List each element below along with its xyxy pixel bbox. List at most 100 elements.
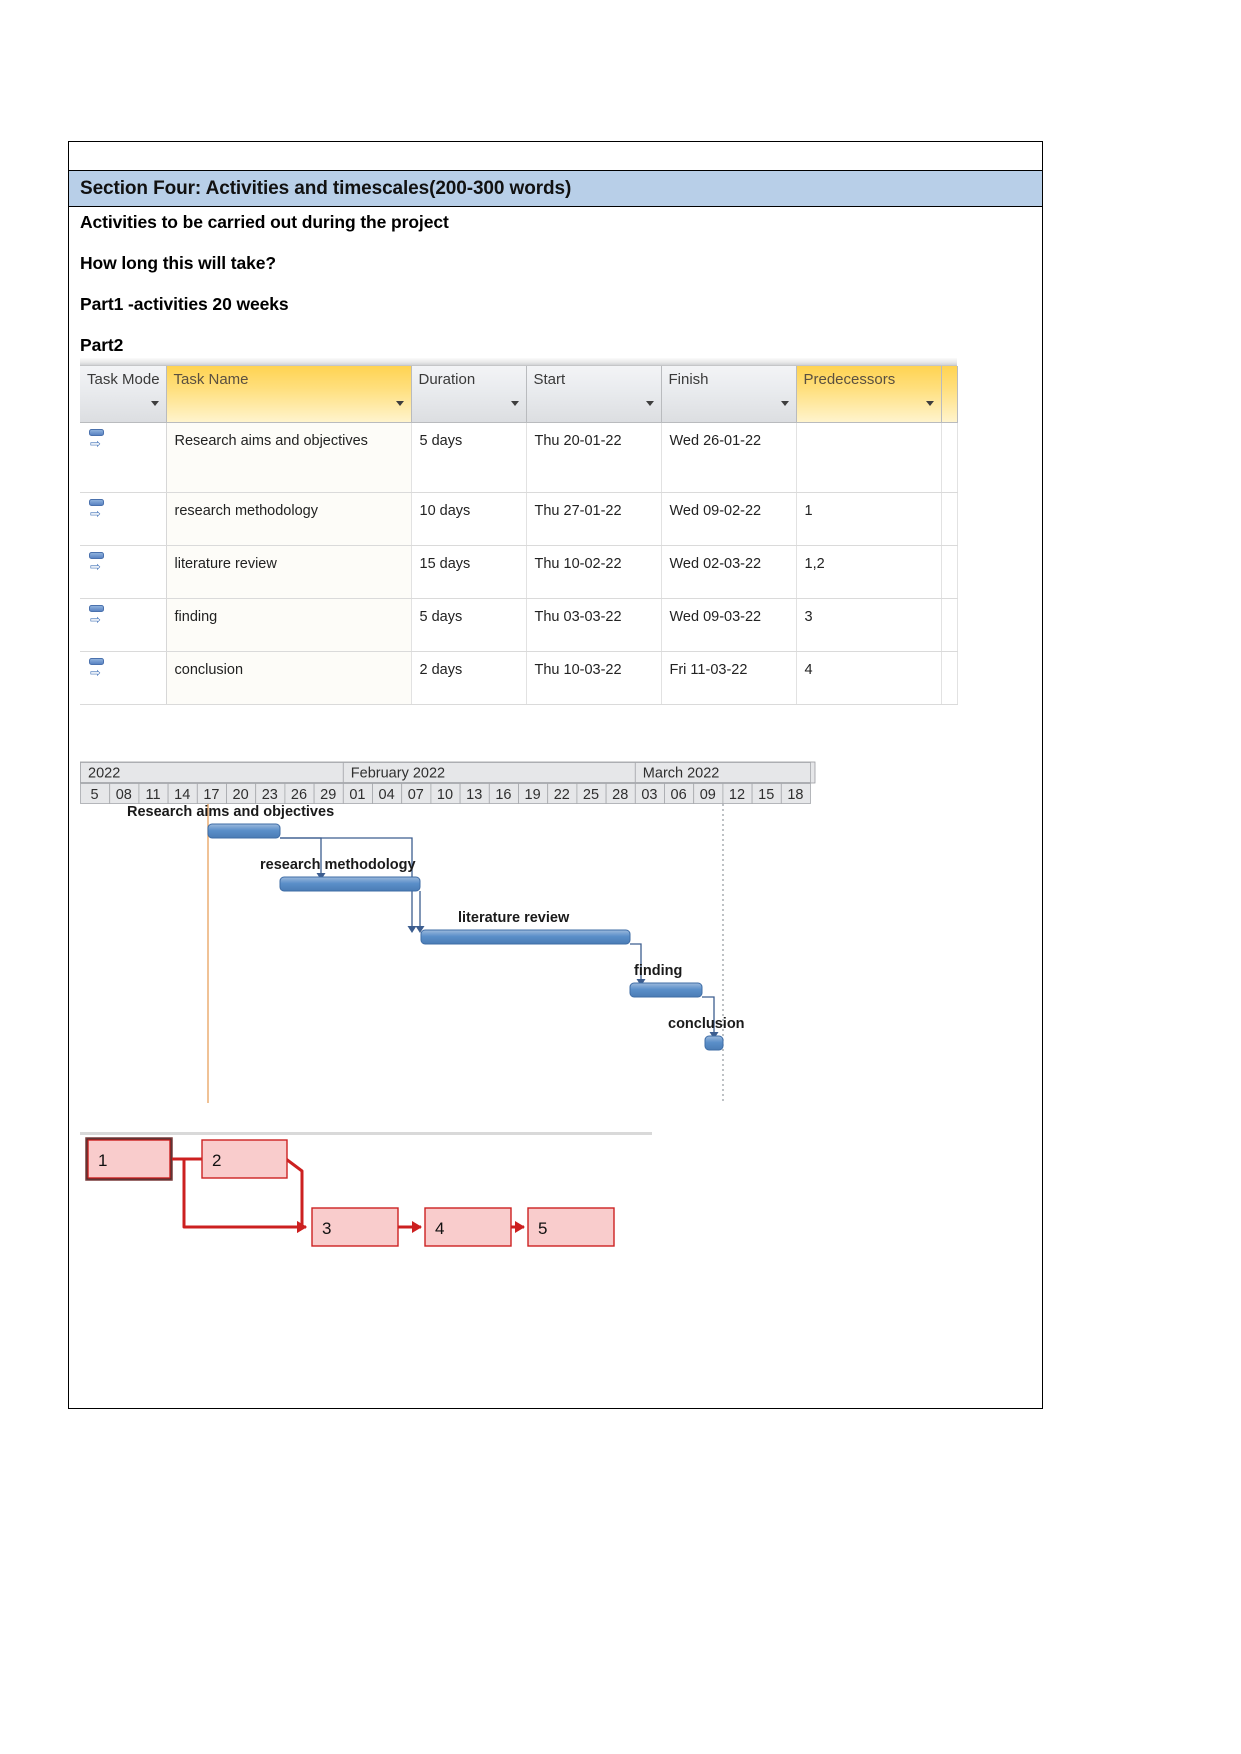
chevron-down-icon[interactable] bbox=[925, 400, 934, 406]
gantt-day-label: 10 bbox=[437, 787, 453, 803]
overflow-cell bbox=[941, 545, 958, 599]
chevron-down-icon[interactable] bbox=[395, 400, 404, 406]
project-task-table: Task Mode Task Name Duration Start Finis… bbox=[80, 358, 958, 705]
gantt-bar[interactable] bbox=[629, 982, 703, 998]
edge-arrowhead bbox=[515, 1221, 525, 1233]
gantt-day-label: 19 bbox=[525, 787, 541, 803]
start-cell[interactable]: Thu 20-01-22 bbox=[526, 422, 662, 493]
column-header-predecessors[interactable]: Predecessors bbox=[796, 366, 942, 423]
duration-cell[interactable]: 5 days bbox=[411, 422, 527, 493]
gantt-day-label: 08 bbox=[116, 787, 132, 803]
task-mode-cell[interactable]: ⇨ bbox=[80, 651, 167, 705]
finish-cell[interactable]: Wed 02-03-22 bbox=[661, 545, 797, 599]
gantt-day-label: 17 bbox=[203, 787, 219, 803]
finish-cell[interactable]: Fri 11-03-22 bbox=[661, 651, 797, 705]
table-row[interactable]: ⇨ research methodology 10 days Thu 27-01… bbox=[80, 492, 958, 546]
column-header-finish[interactable]: Finish bbox=[661, 366, 797, 423]
gantt-bar[interactable] bbox=[420, 929, 631, 945]
task-mode-cell[interactable]: ⇨ bbox=[80, 598, 167, 652]
task-mode-cell[interactable]: ⇨ bbox=[80, 545, 167, 599]
gantt-day-label: 23 bbox=[262, 787, 278, 803]
table-row[interactable]: ⇨ Research aims and objectives 5 days Th… bbox=[80, 422, 958, 493]
document-page: Section Four: Activities and timescales(… bbox=[68, 141, 1043, 1409]
gantt-day-label: 25 bbox=[583, 787, 599, 803]
task-name-cell[interactable]: finding bbox=[166, 598, 412, 652]
duration-cell[interactable]: 2 days bbox=[411, 651, 527, 705]
predecessors-cell[interactable]: 1 bbox=[796, 492, 942, 546]
finish-cell[interactable]: Wed 09-02-22 bbox=[661, 492, 797, 546]
gantt-day-label: 03 bbox=[641, 787, 657, 803]
gantt-day-label: 16 bbox=[495, 787, 511, 803]
network-node[interactable]: 1 bbox=[87, 1139, 171, 1179]
task-name-cell[interactable]: conclusion bbox=[166, 651, 412, 705]
column-header-task-name[interactable]: Task Name bbox=[166, 366, 412, 423]
task-name-cell[interactable]: literature review bbox=[166, 545, 412, 599]
start-cell[interactable]: Thu 10-03-22 bbox=[526, 651, 662, 705]
chevron-down-icon[interactable] bbox=[645, 400, 654, 406]
gantt-bar[interactable] bbox=[704, 1035, 724, 1051]
intro-line-howlong: How long this will take? bbox=[80, 253, 276, 273]
duration-cell[interactable]: 10 days bbox=[411, 492, 527, 546]
gantt-day-label: 18 bbox=[787, 787, 803, 803]
table-header-row: Task Mode Task Name Duration Start Finis… bbox=[80, 366, 958, 423]
network-node[interactable]: 3 bbox=[311, 1207, 399, 1247]
gantt-bar[interactable] bbox=[207, 823, 281, 839]
predecessors-cell[interactable]: 1,2 bbox=[796, 545, 942, 599]
column-header-start[interactable]: Start bbox=[526, 366, 662, 423]
gantt-day-label: 28 bbox=[612, 787, 628, 803]
table-row[interactable]: ⇨ conclusion 2 days Thu 10-03-22 Fri 11-… bbox=[80, 651, 958, 705]
chevron-down-icon[interactable] bbox=[510, 400, 519, 406]
network-node-label: 4 bbox=[435, 1219, 444, 1238]
gantt-day-label: 09 bbox=[700, 787, 716, 803]
column-header-start-label: Start bbox=[533, 371, 566, 388]
gantt-bar-label: conclusion bbox=[668, 1016, 745, 1032]
start-cell[interactable]: Thu 10-02-22 bbox=[526, 545, 662, 599]
task-mode-cell[interactable]: ⇨ bbox=[80, 422, 167, 493]
intro-text-block: Activities to be carried out during the … bbox=[80, 212, 995, 376]
network-node[interactable]: 5 bbox=[527, 1207, 615, 1247]
gantt-month-label: March 2022 bbox=[643, 766, 720, 782]
task-name-cell[interactable]: research methodology bbox=[166, 492, 412, 546]
network-node[interactable]: 4 bbox=[424, 1207, 512, 1247]
gantt-bar-group[interactable]: literature review bbox=[420, 910, 631, 945]
chevron-down-icon[interactable] bbox=[780, 400, 789, 406]
auto-schedule-icon: ⇨ bbox=[88, 428, 110, 455]
network-node[interactable]: 2 bbox=[201, 1139, 288, 1179]
gantt-bar-group[interactable]: conclusion bbox=[668, 1016, 745, 1051]
gantt-month-label: February 2022 bbox=[351, 766, 445, 782]
gantt-day-label: 13 bbox=[466, 787, 482, 803]
duration-cell[interactable]: 5 days bbox=[411, 598, 527, 652]
gantt-month-label: 2022 bbox=[88, 766, 120, 782]
overflow-cell bbox=[941, 492, 958, 546]
chevron-down-icon[interactable] bbox=[150, 400, 159, 406]
finish-cell[interactable]: Wed 26-01-22 bbox=[661, 422, 797, 493]
gantt-bar-group[interactable]: Research aims and objectives bbox=[127, 804, 334, 839]
predecessors-cell[interactable]: 3 bbox=[796, 598, 942, 652]
network-node-label: 5 bbox=[538, 1219, 547, 1238]
table-row[interactable]: ⇨ finding 5 days Thu 03-03-22 Wed 09-03-… bbox=[80, 598, 958, 652]
gantt-day-label: 04 bbox=[379, 787, 395, 803]
gantt-bar-group[interactable]: research methodology bbox=[260, 857, 421, 892]
column-header-task-mode[interactable]: Task Mode bbox=[80, 366, 167, 423]
start-cell[interactable]: Thu 27-01-22 bbox=[526, 492, 662, 546]
predecessors-cell[interactable] bbox=[796, 422, 942, 493]
start-cell[interactable]: Thu 03-03-22 bbox=[526, 598, 662, 652]
table-row[interactable]: ⇨ literature review 15 days Thu 10-02-22… bbox=[80, 545, 958, 599]
task-name-cell[interactable]: Research aims and objectives bbox=[166, 422, 412, 493]
gantt-day-label: 06 bbox=[671, 787, 687, 803]
duration-cell[interactable]: 15 days bbox=[411, 545, 527, 599]
auto-schedule-icon: ⇨ bbox=[88, 498, 110, 525]
gantt-bar[interactable] bbox=[279, 876, 421, 892]
gantt-day-label: 20 bbox=[233, 787, 249, 803]
column-header-overflow[interactable] bbox=[941, 366, 958, 423]
overflow-cell bbox=[941, 598, 958, 652]
task-mode-cell[interactable]: ⇨ bbox=[80, 492, 167, 546]
column-header-finish-label: Finish bbox=[668, 371, 709, 388]
predecessors-cell[interactable]: 4 bbox=[796, 651, 942, 705]
network-diagram-svg: 1 2 3 4 5 bbox=[85, 1137, 615, 1247]
table-top-divider bbox=[80, 358, 957, 366]
finish-cell[interactable]: Wed 09-03-22 bbox=[661, 598, 797, 652]
gantt-day-label: 22 bbox=[554, 787, 570, 803]
column-header-duration[interactable]: Duration bbox=[411, 366, 527, 423]
gantt-bar-label: literature review bbox=[458, 910, 570, 926]
